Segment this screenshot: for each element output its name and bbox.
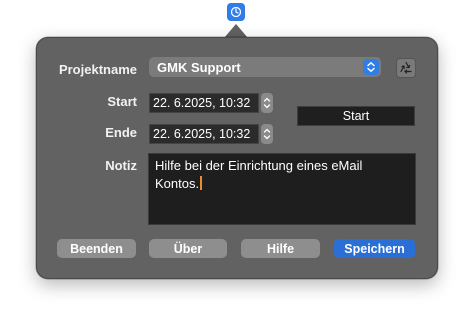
- end-label: Ende: [105, 125, 137, 140]
- time-tracker-popover: Projektname GMK Support Start 22. 6.2025…: [36, 37, 438, 279]
- menubar-timer-icon[interactable]: [227, 3, 245, 21]
- save-button[interactable]: Speichern: [334, 239, 415, 258]
- reset-button[interactable]: [396, 58, 416, 78]
- project-label: Projektname: [58, 62, 137, 77]
- start-label: Start: [107, 94, 137, 109]
- help-button[interactable]: Hilfe: [241, 239, 320, 258]
- select-arrows-icon: [363, 59, 379, 75]
- start-stepper[interactable]: [261, 93, 273, 113]
- timer-icon: [230, 6, 242, 18]
- end-stepper[interactable]: [261, 124, 273, 144]
- end-datetime-field[interactable]: 22. 6.2025, 10:32: [149, 124, 259, 144]
- stepper-arrows-icon: [263, 128, 271, 140]
- project-select[interactable]: GMK Support: [149, 57, 381, 77]
- about-button[interactable]: Über: [149, 239, 227, 258]
- project-select-value: GMK Support: [157, 59, 241, 75]
- popover-arrow: [224, 24, 248, 38]
- text-caret: [200, 176, 203, 190]
- recycle-icon: [400, 61, 412, 74]
- note-label: Notiz: [105, 158, 137, 173]
- start-timer-button[interactable]: Start: [297, 106, 415, 126]
- note-text: Hilfe bei der Einrichtung eines eMail Ko…: [155, 158, 363, 191]
- start-datetime-field[interactable]: 22. 6.2025, 10:32: [149, 93, 259, 113]
- note-textarea[interactable]: Hilfe bei der Einrichtung eines eMail Ko…: [148, 153, 416, 225]
- quit-button[interactable]: Beenden: [57, 239, 136, 258]
- stepper-arrows-icon: [263, 97, 271, 109]
